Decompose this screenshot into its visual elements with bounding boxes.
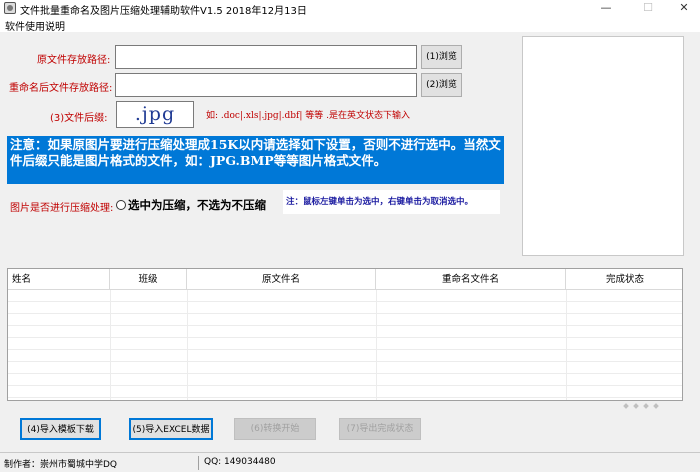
export-status-button[interactable]: (7)导出完成状态 — [339, 418, 421, 440]
compress-option-label[interactable]: 选中为压缩，不选为不压缩 — [128, 197, 266, 213]
window-title: 文件批量重命名及图片压缩处理辅助软件V1.5 2018年12月13日 — [20, 6, 307, 17]
rename-path-label: 重命名后文件存放路径: — [9, 83, 113, 94]
extension-input[interactable]: .jpg — [116, 101, 194, 128]
column-header-renamed-name[interactable]: 重命名文件名 — [376, 269, 566, 290]
notice-text: 注意：如果原图片要进行压缩处理成15K以内请选择如下设置，否则不进行选中。当然文… — [7, 136, 504, 184]
maximize-button[interactable]: ☐ — [628, 0, 668, 16]
menu-item-instructions[interactable]: 软件使用说明 — [5, 18, 65, 33]
status-divider — [198, 456, 199, 470]
table-row — [8, 302, 682, 314]
table-row — [8, 314, 682, 326]
qq-text: QQ: 149034480 — [204, 457, 276, 467]
author-text: 制作者：崇州市蜀城中学DQ — [4, 460, 118, 470]
compress-radio[interactable] — [116, 200, 126, 210]
rename-path-input[interactable] — [115, 73, 417, 97]
status-bar: 制作者：崇州市蜀城中学DQ QQ: 149034480 — [0, 452, 700, 472]
start-convert-button[interactable]: (6)转换开始 — [234, 418, 316, 440]
source-path-input[interactable] — [115, 45, 417, 69]
compress-note: 注：鼠标左键单击为选中，右键单击为取消选中。 — [283, 190, 500, 214]
table-row — [8, 326, 682, 338]
table-row — [8, 374, 682, 386]
app-icon — [4, 2, 16, 14]
title-bar: 文件批量重命名及图片压缩处理辅助软件V1.5 2018年12月13日 — ☐ ✕ — [0, 0, 700, 17]
table-row — [8, 338, 682, 350]
browse-rename-button[interactable]: (2)浏览 — [421, 73, 462, 97]
table-row — [8, 362, 682, 374]
column-header-original-name[interactable]: 原文件名 — [187, 269, 376, 290]
column-header-name[interactable]: 姓名 — [8, 269, 110, 290]
compress-label: 图片是否进行压缩处理: — [10, 203, 114, 214]
table-row — [8, 290, 682, 302]
image-preview — [522, 36, 684, 256]
data-grid[interactable]: 姓名 班级 原文件名 重命名文件名 完成状态 — [7, 268, 683, 401]
source-path-label: 原文件存放路径: — [37, 55, 111, 66]
menu-bar: 软件使用说明 — [0, 16, 700, 33]
import-excel-button[interactable]: (5)导入EXCEL数据 — [129, 418, 213, 440]
grid-header: 姓名 班级 原文件名 重命名文件名 完成状态 — [8, 269, 682, 290]
column-header-class[interactable]: 班级 — [110, 269, 187, 290]
minimize-button[interactable]: — — [586, 0, 626, 16]
close-button[interactable]: ✕ — [664, 0, 700, 16]
table-row — [8, 386, 682, 398]
extension-label: (3)文件后缀: — [50, 113, 108, 124]
table-row — [8, 350, 682, 362]
browse-source-button[interactable]: (1)浏览 — [421, 45, 462, 69]
import-template-button[interactable]: (4)导入模板下载 — [20, 418, 101, 440]
extension-hint: 如: .doc|.xls|.jpg|.dbf| 等等 .是在英文状态下输入 — [206, 111, 411, 121]
resize-grip — [620, 400, 660, 412]
column-header-status[interactable]: 完成状态 — [566, 269, 682, 290]
